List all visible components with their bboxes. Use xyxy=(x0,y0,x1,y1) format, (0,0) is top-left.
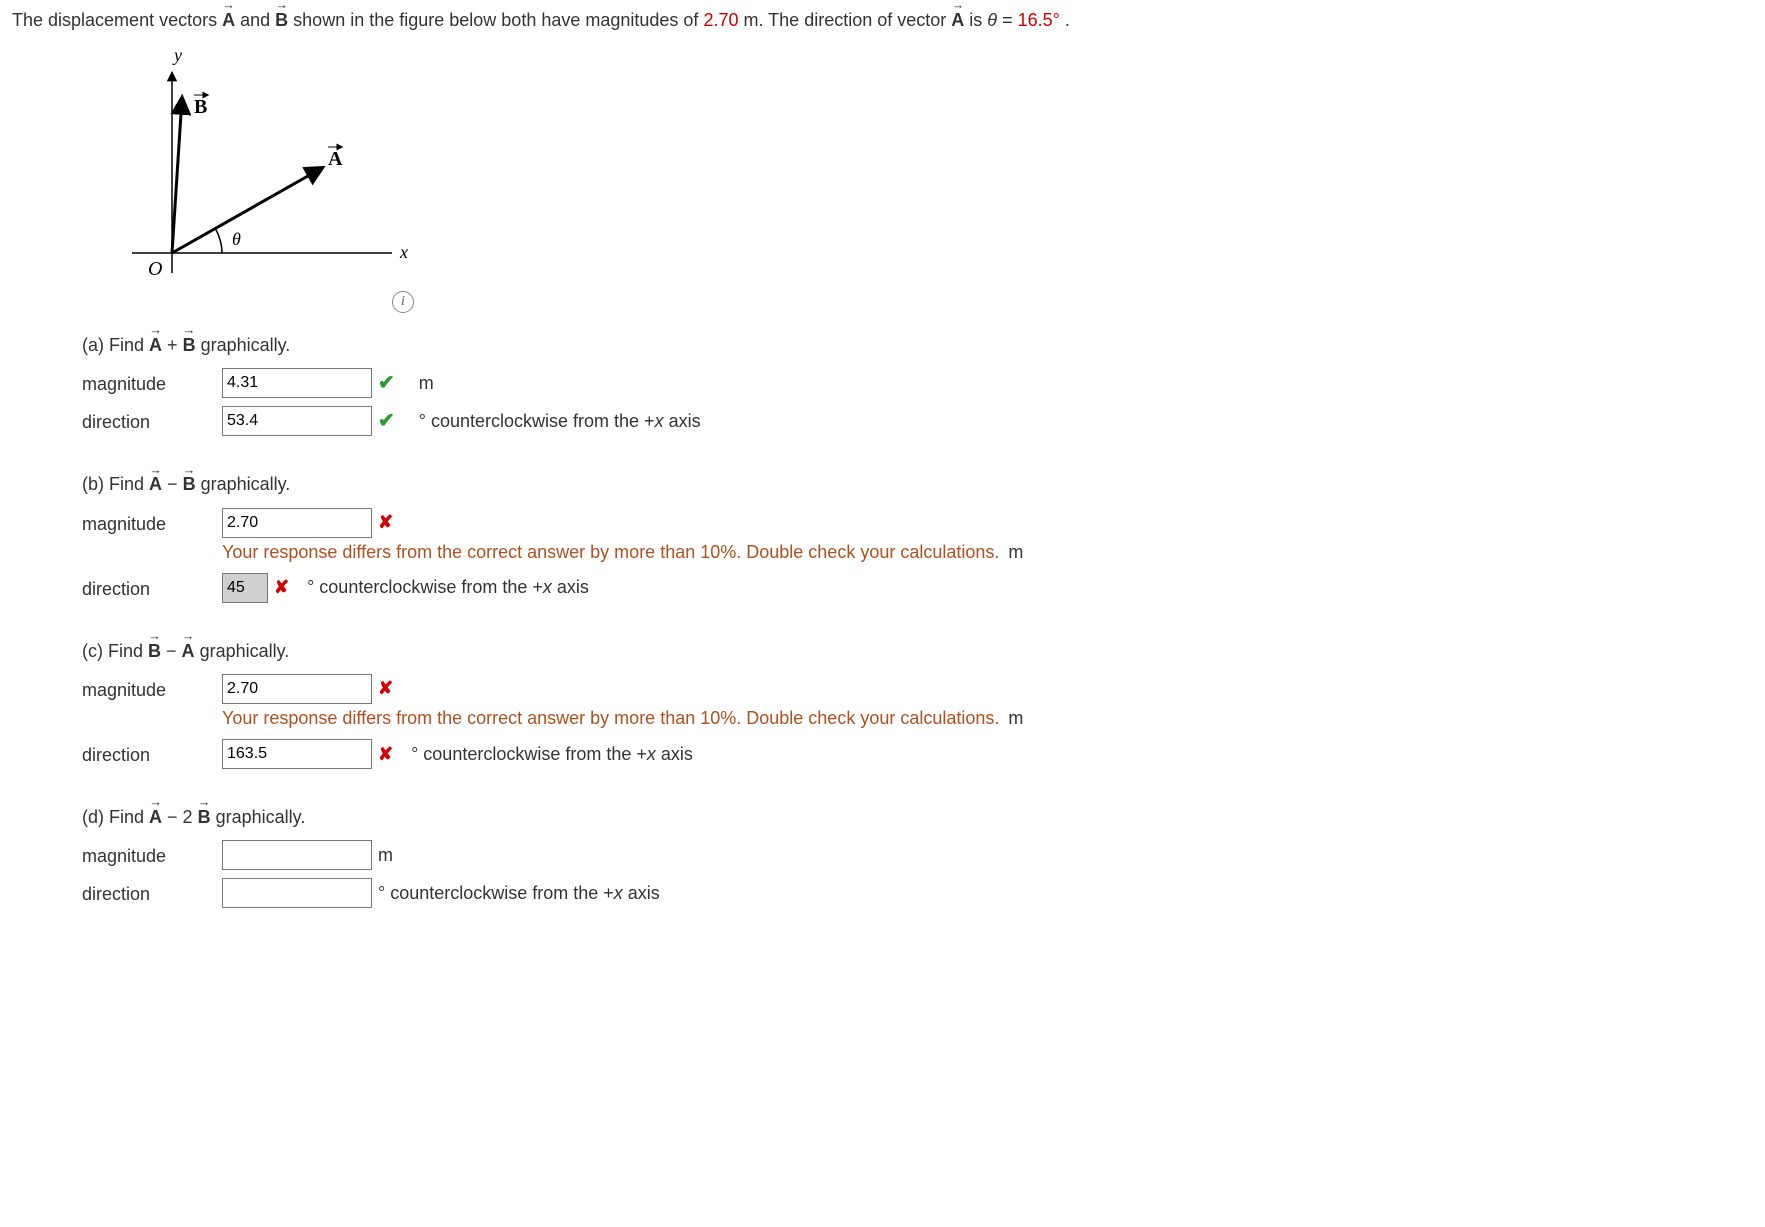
deg-ccw-text: ° counterclockwise from the + xyxy=(419,411,655,431)
magnitude-label: magnitude xyxy=(82,674,222,703)
vector-figure: y x O θ B A xyxy=(112,43,1753,303)
part-title-text: (b) Find xyxy=(82,474,149,494)
part-c: (c) Find B − A graphically. magnitude Yo… xyxy=(82,639,1682,769)
prompt-text: m. The direction of vector xyxy=(744,10,952,30)
theta-symbol: θ xyxy=(987,10,997,30)
correct-icon xyxy=(378,369,395,397)
incorrect-icon xyxy=(378,742,393,767)
prompt-text: . xyxy=(1065,10,1070,30)
incorrect-icon xyxy=(274,575,289,600)
vector-a: A xyxy=(149,333,162,358)
part-title-text: graphically. xyxy=(201,335,291,355)
vector-a: A xyxy=(182,639,195,664)
vector-b: B xyxy=(183,333,196,358)
x-var: x xyxy=(614,883,623,903)
x-var: x xyxy=(647,744,656,764)
prompt-text: shown in the figure below both have magn… xyxy=(293,10,703,30)
part-b: (b) Find A − B graphically. magnitude Yo… xyxy=(82,472,1682,602)
direction-label: direction xyxy=(82,406,222,435)
x-var: x xyxy=(655,411,664,431)
part-c-magnitude-input[interactable] xyxy=(222,674,372,704)
unit-m: m xyxy=(1008,542,1023,562)
part-title-text: (a) Find xyxy=(82,335,149,355)
axis-label-y: y xyxy=(172,45,182,65)
vector-b-label: B xyxy=(194,96,207,118)
unit-m: m xyxy=(419,371,434,396)
vector-b: B xyxy=(275,8,288,33)
operator: − xyxy=(166,641,182,661)
part-title-text: graphically. xyxy=(200,641,290,661)
unit-m: m xyxy=(1008,708,1023,728)
incorrect-icon xyxy=(378,676,393,701)
part-d: (d) Find A − 2 B graphically. magnitude … xyxy=(82,805,1682,908)
deg-ccw-text: ° counterclockwise from the + xyxy=(378,883,614,903)
part-b-title: (b) Find A − B graphically. xyxy=(82,472,1682,497)
axis-word: axis xyxy=(656,744,693,764)
magnitude-label: magnitude xyxy=(82,508,222,537)
unit-degrees-ccw: ° counterclockwise from the +x axis xyxy=(307,575,589,600)
vector-a: A xyxy=(149,805,162,830)
unit-m: m xyxy=(378,843,393,868)
x-var: x xyxy=(543,577,552,597)
part-a-direction-input[interactable] xyxy=(222,406,372,436)
vector-a: A xyxy=(149,472,162,497)
part-c-direction-input[interactable] xyxy=(222,739,372,769)
direction-label: direction xyxy=(82,878,222,907)
prompt-text: The displacement vectors xyxy=(12,10,222,30)
given-magnitude: 2.70 xyxy=(703,10,738,30)
info-icon[interactable]: i xyxy=(392,291,414,313)
part-b-magnitude-input[interactable] xyxy=(222,508,372,538)
vector-diagram-svg: y x O θ B A xyxy=(112,43,422,303)
axis-label-x: x xyxy=(399,242,408,262)
deg-ccw-text: ° counterclockwise from the + xyxy=(307,577,543,597)
unit-degrees-ccw: ° counterclockwise from the +x axis xyxy=(411,742,693,767)
part-d-title: (d) Find A − 2 B graphically. xyxy=(82,805,1682,830)
feedback-message: Your response differs from the correct a… xyxy=(222,706,1682,731)
part-a: (a) Find A + B graphically. magnitude m … xyxy=(82,333,1682,436)
vector-b: B xyxy=(148,639,161,664)
part-a-magnitude-input[interactable] xyxy=(222,368,372,398)
axis-word: axis xyxy=(623,883,660,903)
part-c-title: (c) Find B − A graphically. xyxy=(82,639,1682,664)
prompt-text: = xyxy=(1002,10,1018,30)
direction-label: direction xyxy=(82,573,222,602)
origin-label: O xyxy=(148,258,162,280)
vector-b: B xyxy=(183,472,196,497)
incorrect-icon xyxy=(378,510,393,535)
question-prompt: The displacement vectors A and B shown i… xyxy=(12,8,1753,33)
unit-degrees-ccw: ° counterclockwise from the +x axis xyxy=(419,409,701,434)
vector-a-label: A xyxy=(328,148,343,170)
theta-label: θ xyxy=(232,229,241,249)
part-a-title: (a) Find A + B graphically. xyxy=(82,333,1682,358)
operator: − 2 xyxy=(167,807,193,827)
correct-icon xyxy=(378,407,395,435)
vector-a: A xyxy=(222,8,235,33)
prompt-text: is xyxy=(969,10,987,30)
unit-degrees-ccw: ° counterclockwise from the +x axis xyxy=(378,881,660,906)
part-d-direction-input[interactable] xyxy=(222,878,372,908)
part-title-text: graphically. xyxy=(216,807,306,827)
part-b-direction-input[interactable] xyxy=(222,573,268,603)
vector-b: B xyxy=(198,805,211,830)
magnitude-label: magnitude xyxy=(82,840,222,869)
part-title-text: (d) Find xyxy=(82,807,149,827)
part-title-text: graphically. xyxy=(201,474,291,494)
axis-word: axis xyxy=(664,411,701,431)
direction-label: direction xyxy=(82,739,222,768)
part-title-text: (c) Find xyxy=(82,641,148,661)
axis-word: axis xyxy=(552,577,589,597)
operator: − xyxy=(167,474,183,494)
operator: + xyxy=(167,335,183,355)
prompt-text: and xyxy=(240,10,275,30)
part-d-magnitude-input[interactable] xyxy=(222,840,372,870)
feedback-text: Your response differs from the correct a… xyxy=(222,708,999,728)
feedback-message: Your response differs from the correct a… xyxy=(222,540,1682,565)
magnitude-label: magnitude xyxy=(82,368,222,397)
feedback-text: Your response differs from the correct a… xyxy=(222,542,999,562)
vector-a: A xyxy=(951,8,964,33)
deg-ccw-text: ° counterclockwise from the + xyxy=(411,744,647,764)
given-angle: 16.5° xyxy=(1018,10,1060,30)
